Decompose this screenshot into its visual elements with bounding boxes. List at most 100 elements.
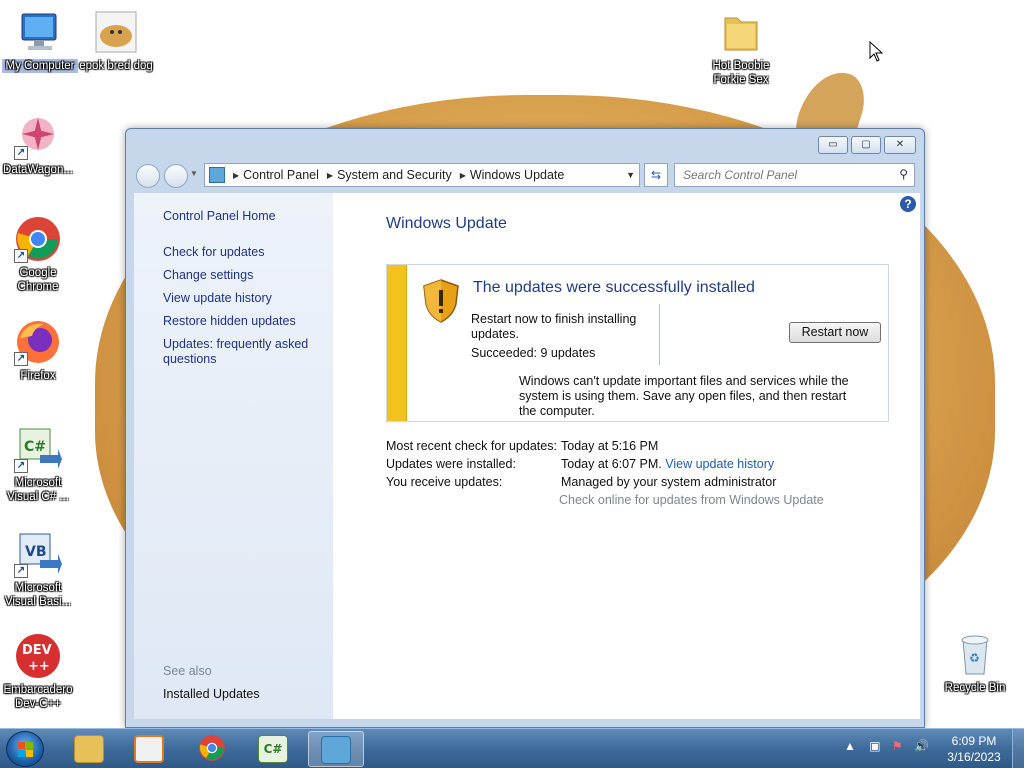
desktop-icon-label: Microsoft Visual Basi... [4, 582, 72, 608]
sidebar-installed-updates[interactable]: Installed Updates [163, 687, 260, 702]
datawagon-icon: ↗ [14, 112, 62, 160]
show-desktop-button[interactable] [1012, 729, 1024, 768]
folder-icon [74, 735, 104, 763]
navigation-bar: ▼ ▶ Control Panel ▶ System and Security … [134, 161, 916, 189]
show-hidden-icons-icon[interactable]: ▲ [844, 739, 856, 753]
maximize-icon: ▢ [861, 139, 871, 150]
warning-stripe [387, 265, 407, 421]
network-icon[interactable]: ▣ [869, 739, 880, 753]
installed-time: Today at 6:07 PM. [561, 457, 662, 471]
desktop-icon-firefox[interactable]: ↗ Firefox [0, 318, 76, 383]
sidebar-restore-hidden-updates[interactable]: Restore hidden updates [163, 314, 296, 329]
restart-text: Restart now to finish installing updates… [471, 312, 637, 341]
control-panel-icon [321, 736, 351, 764]
shortcut-arrow-icon: ↗ [14, 459, 28, 473]
desktop-icon-label: Recycle Bin [944, 682, 1006, 694]
sidebar: Control Panel Home Check for updates Cha… [134, 193, 333, 719]
chrome-icon: ↗ [14, 215, 62, 263]
restart-now-button[interactable]: Restart now [789, 322, 881, 343]
help-icon[interactable]: ? [900, 196, 916, 212]
page-title: Windows Update [386, 215, 507, 232]
svg-text:DEV: DEV [22, 643, 52, 658]
desktop-icon-recycle-bin[interactable]: ♻ Recycle Bin [937, 630, 1013, 695]
control-panel-window: ▭ ▢ ✕ ▼ ▶ Control Panel ▶ System and Sec… [125, 128, 925, 728]
desktop-icon-visual-csharp[interactable]: C# ↗ Microsoft Visual C# ... [0, 425, 76, 504]
svg-text:VB: VB [25, 544, 47, 560]
address-dropdown-icon[interactable]: ▼ [626, 170, 635, 180]
installed-label: Updates were installed: [386, 457, 516, 471]
sidebar-faq[interactable]: Updates: frequently asked questions [163, 337, 313, 367]
minimize-button[interactable]: ▭ [818, 136, 848, 154]
desktop-icon-visual-basic[interactable]: VB ↗ Microsoft Visual Basi... [0, 530, 76, 609]
sidebar-check-for-updates[interactable]: Check for updates [163, 245, 264, 260]
sidebar-change-settings[interactable]: Change settings [163, 268, 253, 283]
svg-text:C#: C# [24, 439, 46, 455]
shield-warning-icon [423, 279, 459, 323]
installed-value: Today at 6:07 PM. View update history [561, 457, 774, 471]
start-button[interactable] [6, 731, 44, 767]
clock-time: 6:09 PM [951, 734, 997, 748]
refresh-icon: ⇆ [650, 168, 662, 182]
clock[interactable]: 6:09 PM 3/16/2023 [940, 733, 1008, 765]
search-input[interactable]: Search Control Panel ⚲ [674, 163, 915, 187]
sidebar-control-panel-home[interactable]: Control Panel Home [163, 209, 276, 224]
firefox-icon: ↗ [14, 318, 62, 366]
chrome-icon [199, 735, 225, 761]
desktop-icon-label: Hot Boobie Forkie Sex [712, 60, 770, 86]
restart-warning-text: Windows can't update important files and… [519, 374, 849, 418]
taskbar-explorer[interactable] [62, 731, 118, 767]
desktop-icon-label: My Computer [2, 59, 78, 73]
desktop-icon-folder[interactable]: Hot Boobie Forkie Sex [703, 8, 779, 87]
desktop-icon-label: epok bred dog [79, 60, 153, 72]
shortcut-arrow-icon: ↗ [14, 352, 28, 366]
desktop-icon-label: DataWagon... [3, 164, 73, 176]
system-tray: ▲ ▣ ⚑ 🔊 [844, 739, 929, 753]
recent-check-label: Most recent check for updates: [386, 439, 557, 453]
desktop-icon-label: Microsoft Visual C# ... [7, 477, 69, 503]
panel-divider [659, 304, 660, 365]
address-bar[interactable]: ▶ Control Panel ▶ System and Security ▶ … [204, 163, 640, 187]
search-icon: ⚲ [899, 167, 908, 181]
taskbar-media-player[interactable] [122, 731, 178, 767]
check-online-link[interactable]: Check online for updates from Windows Up… [559, 493, 824, 507]
desktop-icon-dev-cpp[interactable]: DEV ++ Embarcadero Dev-C++ [0, 632, 76, 711]
breadcrumb-windows-update[interactable]: Windows Update [470, 168, 565, 182]
desktop-icon-google-chrome[interactable]: ↗ Google Chrome [0, 215, 76, 294]
sidebar-view-update-history[interactable]: View update history [163, 291, 272, 306]
shortcut-arrow-icon: ↗ [14, 564, 28, 578]
close-button[interactable]: ✕ [884, 136, 916, 154]
maximize-button[interactable]: ▢ [851, 136, 881, 154]
breadcrumb-separator-icon: ▶ [459, 170, 466, 180]
desktop-icon-label: Firefox [20, 370, 56, 382]
breadcrumb-system-and-security[interactable]: System and Security [337, 168, 452, 182]
window-titlebar[interactable]: ▭ ▢ ✕ [126, 129, 924, 159]
taskbar-control-panel[interactable] [308, 731, 364, 767]
desktop-icon-my-computer[interactable]: My Computer [2, 8, 78, 73]
refresh-button[interactable]: ⇆ [644, 163, 668, 187]
back-button[interactable] [136, 164, 160, 188]
breadcrumb-control-panel[interactable]: Control Panel [243, 168, 319, 182]
view-update-history-link[interactable]: View update history [665, 457, 774, 471]
bread-dog-image-icon [92, 8, 140, 56]
receive-value: Managed by your system administrator [561, 475, 777, 489]
taskbar-visual-csharp[interactable]: C# [246, 731, 302, 767]
action-center-flag-icon[interactable]: ⚑ [892, 739, 903, 753]
receive-label: You receive updates: [386, 475, 503, 489]
shortcut-arrow-icon: ↗ [14, 146, 28, 160]
status-heading: The updates were successfully installed [473, 279, 755, 296]
dev-cpp-icon: DEV ++ [14, 632, 62, 680]
taskbar-chrome[interactable] [184, 731, 240, 767]
recent-pages-chevron-icon[interactable]: ▼ [190, 169, 198, 178]
main-pane: ? Windows Update The updates were succes… [333, 193, 920, 719]
desktop-icon-label: Google Chrome [17, 267, 59, 293]
recent-check-value: Today at 5:16 PM [561, 439, 659, 453]
search-placeholder: Search Control Panel [683, 168, 798, 182]
desktop-icon-epok-bred-dog[interactable]: epok bred dog [78, 8, 154, 73]
svg-text:++: ++ [28, 659, 50, 674]
control-panel-icon [209, 167, 225, 183]
desktop-icon-datawagon[interactable]: ↗ DataWagon... [0, 112, 76, 177]
visual-csharp-icon: C# [258, 735, 288, 763]
forward-button[interactable] [164, 164, 188, 188]
breadcrumb-separator-icon: ▶ [233, 170, 240, 180]
volume-icon[interactable]: 🔊 [914, 739, 929, 753]
